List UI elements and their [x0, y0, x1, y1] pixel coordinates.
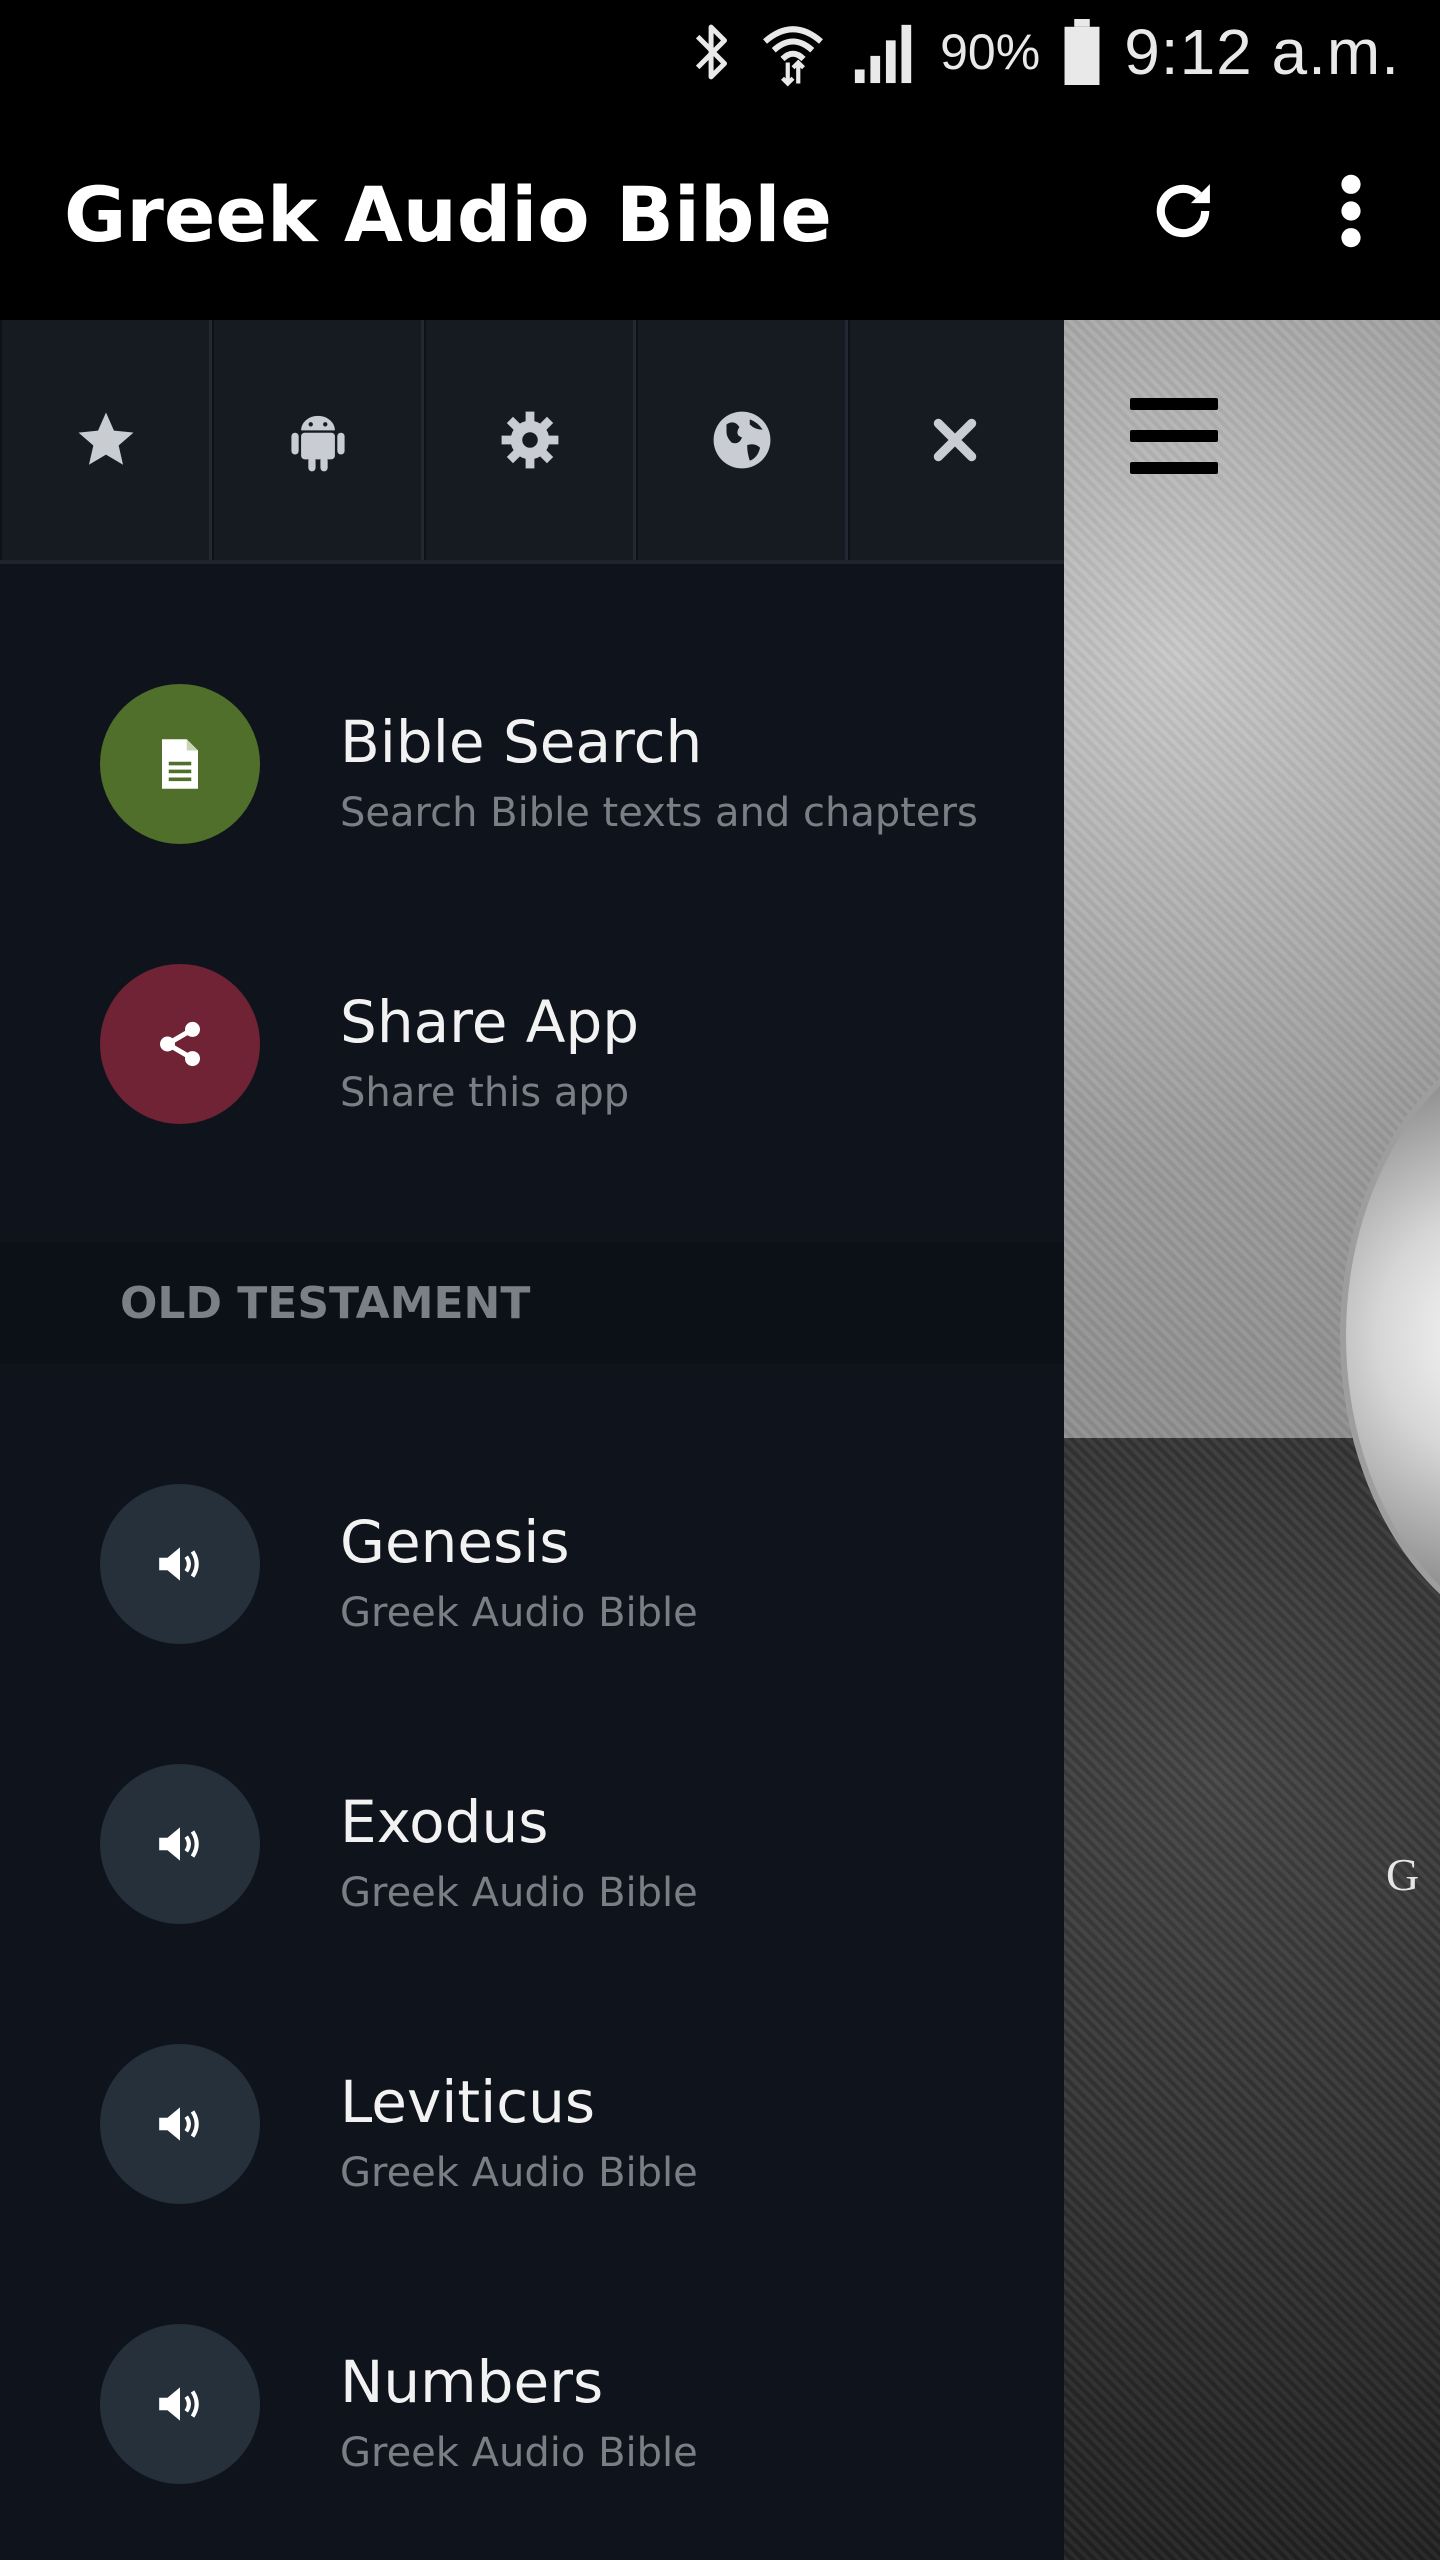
- gear-icon: [501, 411, 558, 469]
- menu-item-numbers[interactable]: Numbers Greek Audio Bible: [0, 2306, 1064, 2560]
- document-icon: [162, 739, 198, 789]
- menu-item-subtitle: Greek Audio Bible: [340, 1870, 698, 1916]
- android-icon: [290, 415, 345, 472]
- menu-item-title: Bible Search: [340, 708, 703, 776]
- status-icons: 90% 9:12 a.m.: [690, 10, 1400, 94]
- status-bar: 90% 9:12 a.m.: [0, 0, 1440, 104]
- battery-percent: 90%: [940, 24, 1041, 80]
- content-partial-text: G: [1386, 1849, 1420, 1900]
- hamburger-button[interactable]: [1130, 398, 1218, 474]
- menu-item-leviticus[interactable]: Leviticus Greek Audio Bible: [0, 2026, 1064, 2306]
- section-label: OLD TESTAMENT: [120, 1278, 531, 1329]
- close-icon: [933, 418, 977, 462]
- content-bottom-texture: [1064, 1438, 1440, 2560]
- speaker-icon: [159, 2107, 199, 2141]
- battery-icon: [1064, 19, 1100, 85]
- overflow-menu-button[interactable]: [1296, 156, 1406, 266]
- book-avatar: [100, 2044, 260, 2204]
- menu-item-bible-search[interactable]: Bible Search Search Bible texts and chap…: [0, 666, 1064, 946]
- speaker-icon: [159, 1547, 199, 1581]
- section-header-old-testament: OLD TESTAMENT: [0, 1242, 1064, 1364]
- menu-item-title: Genesis: [340, 1508, 570, 1576]
- share-app-avatar: [100, 964, 260, 1124]
- book-avatar: [100, 1484, 260, 1644]
- clock: 9:12 a.m.: [1124, 16, 1400, 88]
- android-button[interactable]: [212, 320, 424, 560]
- menu-item-share-app[interactable]: Share App Share this app: [0, 946, 1064, 1226]
- hamburger-line: [1130, 462, 1218, 474]
- hamburger-icon: [1130, 398, 1218, 410]
- menu-item-title: Numbers: [340, 2348, 604, 2416]
- close-drawer-button[interactable]: [848, 320, 1060, 560]
- refresh-icon: [1156, 184, 1210, 238]
- navigation-drawer: Bible Search Search Bible texts and chap…: [0, 320, 1064, 2560]
- drawer-toolbar: [0, 320, 1064, 564]
- bluetooth-icon: [696, 24, 728, 80]
- star-icon: [78, 412, 133, 465]
- menu-item-subtitle: Greek Audio Bible: [340, 1590, 698, 1636]
- book-avatar: [100, 1764, 260, 1924]
- app-bar: Greek Audio Bible: [0, 104, 1440, 320]
- settings-button[interactable]: [424, 320, 636, 560]
- menu-item-title: Exodus: [340, 1788, 549, 1856]
- menu-item-subtitle: Greek Audio Bible: [340, 2430, 698, 2476]
- menu-item-subtitle: Share this app: [340, 1070, 630, 1116]
- menu-item-title: Leviticus: [340, 2068, 596, 2136]
- speaker-icon: [159, 1827, 199, 1861]
- book-avatar: [100, 2324, 260, 2484]
- wifi-icon: [763, 26, 824, 87]
- menu-item-exodus[interactable]: Exodus Greek Audio Bible: [0, 1746, 1064, 2026]
- speaker-icon: [159, 2387, 199, 2421]
- website-button[interactable]: [636, 320, 848, 560]
- menu-item-subtitle: Greek Audio Bible: [340, 2150, 698, 2196]
- app-title: Greek Audio Bible: [64, 170, 832, 259]
- menu-item-subtitle: Search Bible texts and chapters: [340, 790, 978, 836]
- globe-icon: [713, 411, 770, 469]
- more-vert-icon: [1341, 174, 1361, 248]
- menu-item-title: Share App: [340, 988, 640, 1056]
- hamburger-line: [1130, 430, 1218, 442]
- menu-item-genesis[interactable]: Genesis Greek Audio Bible: [0, 1466, 1064, 1746]
- refresh-button[interactable]: [1128, 156, 1238, 266]
- main-content: G: [1064, 320, 1440, 2560]
- share-icon: [160, 1021, 200, 1067]
- favorites-button[interactable]: [0, 320, 212, 560]
- bible-search-avatar: [100, 684, 260, 844]
- signal-icon: [854, 24, 912, 84]
